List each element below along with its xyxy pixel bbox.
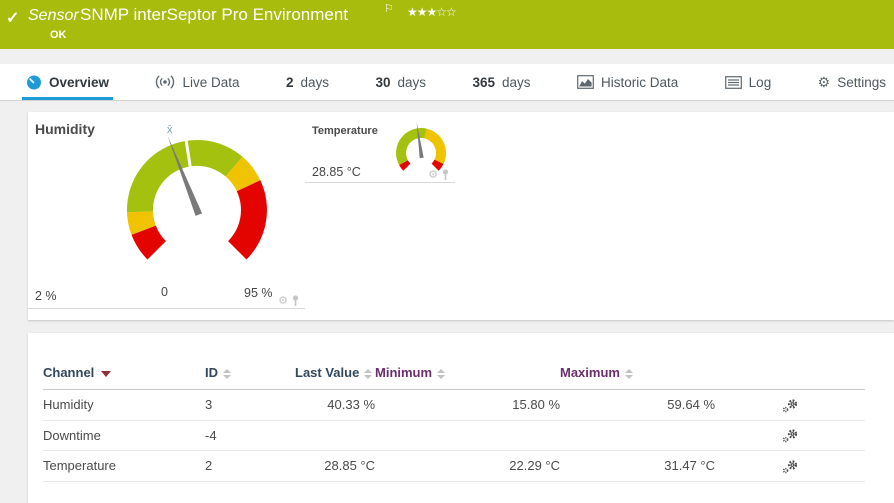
tab-label: Live Data [182,74,240,90]
column-header-channel[interactable]: Channel [43,333,205,390]
log-icon [724,75,742,89]
priority-stars[interactable]: ★★★☆☆ [407,5,457,19]
tab-historic-data[interactable]: Historic Data [573,64,682,100]
tab-label: Historic Data [600,74,679,90]
column-label: ID [205,365,218,380]
sensor-title: SNMP interSeptor Pro Environment [80,5,349,24]
table-row: Temperature 2 28.85 °C 22.29 °C 31.47 °C [43,450,865,482]
tab-number: 365 [472,74,495,90]
channel-name: Downtime [43,420,205,452]
column-header-last-value[interactable]: Last Value [295,333,375,390]
channel-last-value [295,420,375,452]
tab-label: days [501,74,531,90]
channel-settings-icon[interactable] [782,460,799,474]
tab-label: Settings [837,74,886,90]
ok-check-icon: ✓ [6,10,20,27]
column-label: Maximum [560,365,620,380]
gear-icon: ⚙ [817,74,831,90]
column-label: Channel [43,365,95,380]
channel-settings-icon[interactable] [782,429,799,443]
tab-365-days[interactable]: 365 days [468,64,534,100]
channel-minimum: 15.80 % [375,389,560,421]
sort-icon [223,368,231,379]
tab-label: days [397,74,427,90]
tab-2-days[interactable]: 2 days [282,64,333,100]
sensor-header: ✓ Sensor SNMP interSeptor Pro Environmen… [0,0,894,49]
area-chart-icon [577,75,594,89]
widget-tools: ⚙ [428,169,450,181]
temperature-widget-title: Temperature [312,125,378,137]
live-data-icon [156,75,175,89]
column-label: Last Value [295,365,360,380]
channel-id: -4 [205,420,295,452]
channels-table: Channel ID Last Value Minimum Maximum Hu… [43,333,865,482]
pin-icon[interactable] [441,169,450,181]
average-marker: x̄ [167,124,173,136]
column-label: Minimum [375,365,433,380]
table-row: Downtime -4 [43,420,865,452]
gauges-panel: Humidity x̄ 2 % 0 95 % ⚙ Temperature 28.… [28,112,894,320]
humidity-widget-title: Humidity [35,121,95,137]
humidity-gauge-widget[interactable]: Humidity x̄ 2 % 0 95 % ⚙ [28,112,305,309]
tab-label: days [300,74,330,90]
widget-gear-icon[interactable]: ⚙ [278,295,288,307]
gauge-min-label: 2 % [35,289,57,303]
channels-panel: Channel ID Last Value Minimum Maximum Hu… [28,333,894,503]
tab-live-data[interactable]: Live Data [151,64,243,100]
channel-settings-icon[interactable] [782,398,799,413]
flag-icon[interactable]: ⚐ [384,2,394,15]
tab-settings[interactable]: ⚙ Settings [814,64,890,100]
column-header-maximum[interactable]: Maximum [560,333,715,390]
temperature-gauge [396,122,447,171]
tab-number: 2 [285,74,294,90]
channel-minimum [375,420,560,452]
sort-icon [624,368,633,379]
channel-maximum: 59.64 % [560,389,715,421]
widget-tools: ⚙ [278,295,300,307]
sort-icon [437,368,446,379]
widget-gear-icon[interactable]: ⚙ [428,169,438,181]
table-header-row: Channel ID Last Value Minimum Maximum [43,333,865,390]
tab-label: Log [748,74,772,90]
sort-icon [364,368,373,379]
channel-maximum [560,420,715,452]
tab-overview[interactable]: Overview [22,64,114,100]
channel-id: 2 [205,450,295,482]
status-badge: OK [50,29,67,41]
gauge-max-label: 95 % [244,286,273,300]
humidity-gauge [126,135,267,260]
channel-last-value: 28.85 °C [295,450,375,482]
channel-maximum: 31.47 °C [560,450,715,482]
tab-log[interactable]: Log [721,64,776,100]
column-header-minimum[interactable]: Minimum [375,333,560,390]
channel-id: 3 [205,389,295,421]
channel-name: Humidity [43,389,205,421]
sensor-type-label: Sensor [28,7,79,24]
sort-desc-icon [101,370,112,377]
tab-30-days[interactable]: 30 days [371,64,430,100]
tab-label: Overview [49,74,110,90]
table-row: Humidity 3 40.33 % 15.80 % 59.64 % [43,389,865,421]
gauge-zero-label: 0 [161,285,168,299]
temperature-gauge-widget[interactable]: Temperature 28.85 °C ⚙ [305,112,455,183]
tab-number: 30 [375,74,391,90]
channel-name: Temperature [43,450,205,482]
tab-bar: Overview Live Data 2 days 30 days 365 da… [0,64,894,101]
temperature-value: 28.85 °C [312,165,361,179]
gauge-icon [27,75,41,89]
channel-minimum: 22.29 °C [375,450,560,482]
channel-last-value: 40.33 % [295,389,375,421]
pin-icon[interactable] [291,295,300,307]
column-header-id[interactable]: ID [205,333,295,390]
